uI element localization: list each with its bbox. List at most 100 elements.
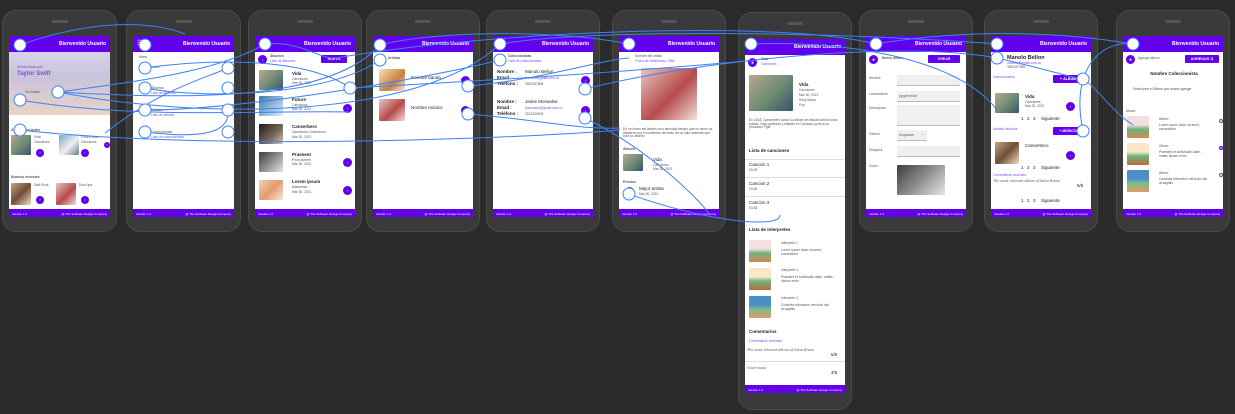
- album-radio[interactable]: [1219, 173, 1223, 177]
- album-cover: [749, 75, 793, 111]
- open-musician-button[interactable]: ›: [81, 196, 89, 204]
- top-bar-title: Bienvenido Usuario: [1172, 41, 1219, 47]
- menu-item-home[interactable]: Home: [151, 65, 160, 70]
- version-label: Versión 1.0: [622, 211, 638, 216]
- album-date: Mar 30, 2021: [292, 162, 312, 166]
- menu-icon[interactable]: ☰: [137, 40, 143, 47]
- song-duration: 03:35: [749, 187, 758, 191]
- pager-next[interactable]: Siguiente: [1041, 165, 1060, 170]
- open-album-button[interactable]: ›: [1066, 102, 1075, 111]
- open-album-button[interactable]: ›: [343, 186, 352, 195]
- song-duration: 03:35: [749, 168, 758, 172]
- album-date: Mar 30, 2021: [292, 107, 312, 111]
- menu-label: Menú: [139, 55, 148, 59]
- prize-date: Mar 30, 2021: [639, 192, 659, 196]
- album-cover: [1127, 116, 1149, 138]
- pager-page-1[interactable]: 1: [1021, 165, 1024, 170]
- open-artist-button[interactable]: ›: [461, 76, 470, 85]
- divider: [745, 159, 845, 160]
- performer-name: Interprete 1: [781, 241, 798, 245]
- recent-musicians-label: Músicos recientes: [11, 175, 40, 179]
- artist-name: Nombre banda: [411, 75, 441, 80]
- open-album-button[interactable]: ›: [81, 149, 89, 157]
- screen: ☰ Bienvenido Usuario ★ Vida Canciones Vid…: [745, 39, 845, 393]
- album-date: Mar 30, 2021: [292, 135, 312, 139]
- album-cover: [259, 70, 283, 90]
- artist-header-sub: Fecha de Nacimiento 1984: [635, 59, 675, 63]
- label-field[interactable]: [897, 146, 960, 157]
- performer-name: Interprete 2: [781, 268, 798, 272]
- pager-page-2[interactable]: 2: [1027, 198, 1030, 203]
- top-bar: Bienvenido Usuario: [1123, 36, 1223, 52]
- email-value: jmonsalve@gmail.com.co: [525, 106, 563, 110]
- company-label: @ The Software Design Company: [670, 211, 716, 216]
- top-bar-title: Bienvenido Usuario: [59, 41, 106, 47]
- pager-page-2[interactable]: 2: [1027, 116, 1030, 121]
- comment-rating: 4/5: [831, 370, 838, 375]
- pager-page-1[interactable]: 1: [1021, 198, 1024, 203]
- footer: Versión 1.0 @ The Software Design Company: [493, 209, 593, 217]
- name-field[interactable]: [897, 75, 960, 86]
- hero-artist-name: Taylor Swift: [17, 71, 51, 77]
- add-musician-button[interactable]: + MÚSICO: [1053, 127, 1083, 135]
- artist-photo: [379, 69, 405, 91]
- genre-value: Dropdown: [899, 133, 915, 137]
- add-album-button[interactable]: + ÁLBUM: [1053, 75, 1083, 83]
- version-label: Versión 1.0: [258, 211, 274, 216]
- company-label: @ The Software Design Company: [796, 387, 842, 392]
- top-bar: Bienvenido Usuario: [9, 36, 110, 52]
- create-button[interactable]: CREAR: [928, 55, 960, 63]
- hero-banner: [9, 52, 110, 115]
- album-name: Album: [1159, 171, 1169, 175]
- cover-preview[interactable]: [897, 165, 945, 195]
- view-artist-button[interactable]: Ver Artista: [25, 90, 40, 95]
- next-button[interactable]: ›: [104, 142, 110, 148]
- chevron-down-icon: ⌄: [921, 132, 924, 136]
- shuffle-icon: ⤨: [1210, 57, 1214, 61]
- pager-page-2[interactable]: 2: [1027, 165, 1030, 170]
- phone-artists: Bienvenido Usuario ★ Artistas Nombre ban…: [366, 10, 480, 232]
- top-bar: Bienvenido Usuario: [255, 36, 355, 52]
- songs-label: Lista de canciones: [749, 148, 790, 153]
- speaker: [787, 22, 803, 25]
- pager-next[interactable]: Siguiente: [1041, 116, 1060, 121]
- pager-next[interactable]: Siguiente: [1041, 198, 1060, 203]
- albums-icon: ♪: [258, 55, 267, 64]
- open-album-button[interactable]: ›: [343, 104, 352, 113]
- screen: Bienvenido Usuario Nombre del artista Fe…: [619, 36, 719, 217]
- description-field[interactable]: [897, 105, 960, 126]
- pager-page-3[interactable]: 3: [1033, 198, 1036, 203]
- open-album-button[interactable]: ›: [36, 149, 44, 157]
- open-collector-button[interactable]: ›: [581, 106, 590, 115]
- album-desc: Praesent et sollicitudin diam, mattis di…: [1159, 150, 1201, 158]
- screen: Bienvenido Usuario ★ Artistas Nombre ban…: [373, 36, 473, 217]
- version-label: Versión 1.0: [1126, 211, 1142, 216]
- add-button[interactable]: AGREGAR ⤨: [1185, 55, 1219, 63]
- album-radio[interactable]: [1219, 119, 1223, 123]
- add-musician-label: MÚSICO: [1062, 129, 1077, 133]
- new-album-button[interactable]: NUEVO: [321, 55, 347, 63]
- open-musician-button[interactable]: ›: [36, 196, 44, 204]
- phone-add-album: Bienvenido Usuario ★ Agregar álbum AGREG…: [1116, 10, 1230, 232]
- performer-desc: Curabitur bibendum vehicula nisi at sagi…: [781, 303, 829, 311]
- screen: Bienvenido Usuario ♥ Coleccionistas List…: [493, 36, 593, 217]
- top-bar-title: Bienvenido Usuario: [668, 41, 715, 47]
- artist-photo: [379, 99, 405, 121]
- pager-page-3[interactable]: 3: [1033, 165, 1036, 170]
- footer: Versión 1.0 @ The Software Design Company: [1123, 209, 1223, 217]
- album-radio-selected[interactable]: [1219, 146, 1223, 150]
- pager-page-1[interactable]: 1: [1021, 116, 1024, 121]
- company-label: @ The Software Design Company: [1174, 211, 1220, 216]
- speaker: [908, 20, 924, 23]
- top-bar: Bienvenido Usuario: [991, 36, 1091, 52]
- footer: Versión 1.0 @ The Software Design Company: [9, 209, 110, 217]
- open-artist-button[interactable]: ›: [461, 106, 470, 115]
- open-album-button[interactable]: ›: [343, 158, 352, 167]
- pager-page-3[interactable]: 3: [1033, 116, 1036, 121]
- open-artist-button[interactable]: ›: [1066, 151, 1075, 160]
- open-collector-button[interactable]: ›: [581, 76, 590, 85]
- speaker: [415, 20, 431, 23]
- email-value: manollo@gmail.com.co: [525, 76, 560, 80]
- speaker: [297, 20, 313, 23]
- menu-icon[interactable]: ☰: [749, 43, 755, 50]
